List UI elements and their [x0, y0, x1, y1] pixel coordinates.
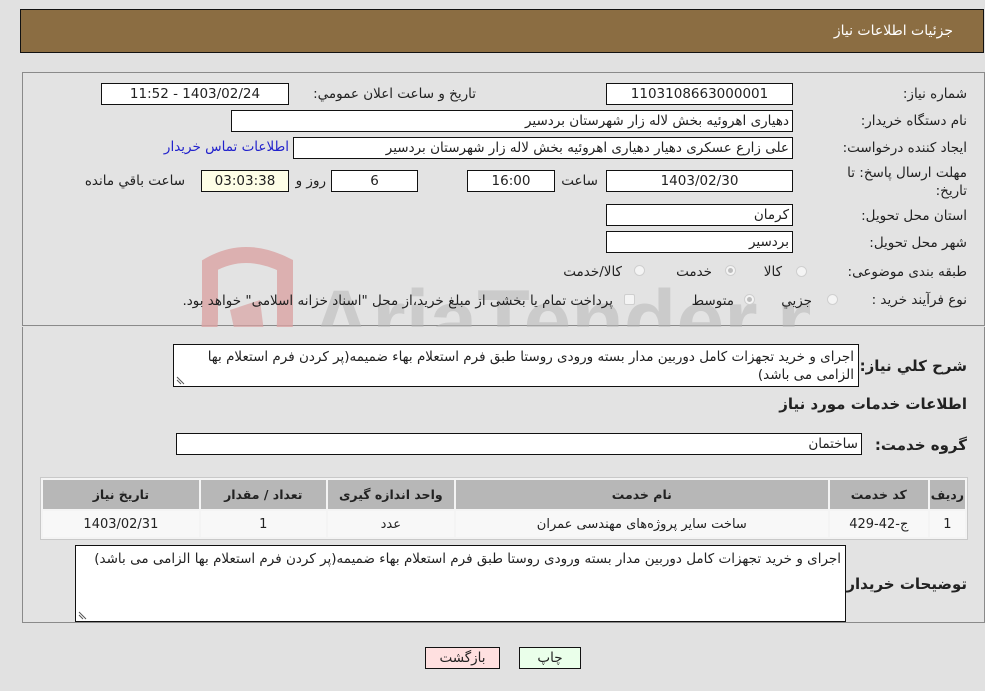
resize-grip-icon[interactable]	[78, 611, 87, 620]
cell-service-name: ساخت سایر پروژه‌های مهندسی عمران	[455, 511, 828, 537]
city-label: شهر محل تحويل:	[869, 235, 967, 251]
buyer-notes-textarea[interactable]: اجرای و خرید تجهزات کامل دوربین مدار بست…	[75, 545, 846, 622]
province-field: کرمان	[606, 204, 793, 226]
remaining-time-label: ساعت باقي مانده	[84, 173, 185, 189]
column-header-unit: واحد اندازه گيری	[327, 480, 454, 509]
general-description-textarea[interactable]: اجرای و خرید تجهزات کامل دوربین مدار بست…	[173, 344, 859, 387]
service-group-field: ساختمان	[176, 433, 862, 455]
category-radio-goods-service[interactable]	[634, 265, 645, 276]
column-header-need-date: تاريخ نياز	[43, 480, 199, 509]
category-option-goods-service: کالا/خدمت	[563, 264, 622, 280]
table-row: 1 ج-42-429 ساخت سایر پروژه‌های مهندسی عم…	[43, 511, 965, 537]
deadline-time-label: ساعت	[561, 173, 598, 189]
category-label: طبقه بندی موضوعی:	[847, 264, 967, 280]
cell-row-number: 1	[929, 511, 965, 537]
cell-quantity: 1	[200, 511, 326, 537]
column-header-row-number: رديف	[929, 480, 965, 509]
column-header-service-name: نام خدمت	[455, 480, 828, 509]
announce-datetime-field: 1403/02/24 - 11:52	[101, 83, 289, 105]
treasury-note: پرداخت تمام يا بخشی از مبلغ خرید،از محل …	[182, 293, 613, 309]
need-number-label: شماره نیاز:	[902, 86, 967, 102]
page-title: جزئیات اطلاعات نیاز	[833, 23, 953, 39]
category-option-service: خدمت	[676, 264, 712, 280]
requester-label: ايجاد كننده درخواست:	[842, 140, 967, 156]
category-option-goods: کالا	[763, 264, 782, 280]
remaining-days-field: 6	[331, 170, 418, 192]
announce-datetime-label: تاریخ و ساعت اعلان عمومي:	[313, 86, 476, 102]
need-number-field: 1103108663000001	[606, 83, 793, 105]
services-table: رديف كد خدمت نام خدمت واحد اندازه گيری ت…	[40, 477, 968, 540]
purchase-type-radio-medium[interactable]	[744, 294, 755, 305]
column-header-service-code: كد خدمت	[829, 480, 928, 509]
buyer-org-field: دهیاری اهروئیه بخش لاله زار شهرستان بردس…	[231, 110, 793, 132]
general-description-text: اجرای و خرید تجهزات کامل دوربین مدار بست…	[207, 349, 854, 383]
purchase-type-radio-minor[interactable]	[827, 294, 838, 305]
service-group-label: گروه خدمت:	[874, 436, 967, 454]
days-label: روز و	[295, 173, 326, 189]
requester-field: علی زارع عسکری دهیار دهیاری اهروئیه بخش …	[293, 137, 793, 159]
purchase-type-option-minor: جزيي	[781, 293, 812, 309]
remaining-time-field: 03:03:38	[201, 170, 289, 192]
services-section-title: اطلاعات خدمات مورد نياز	[779, 395, 967, 413]
purchase-type-option-medium: متوسط	[691, 293, 734, 309]
city-field: بردسیر	[606, 231, 793, 253]
purchase-type-label: نوع فرآيند خريد :	[871, 292, 967, 308]
deadline-time-field: 16:00	[467, 170, 555, 192]
print-button[interactable]: چاپ	[519, 647, 581, 669]
category-radio-service[interactable]	[725, 265, 736, 276]
cell-need-date: 1403/02/31	[43, 511, 199, 537]
buyer-contact-link[interactable]: اطلاعات تماس خریدار	[164, 139, 289, 155]
general-description-label: شرح كلي نياز:	[859, 357, 967, 375]
deadline-label: مهلت ارسال پاسخ: تا تاريخ:	[847, 165, 967, 199]
page-header: جزئیات اطلاعات نیاز	[20, 9, 984, 53]
resize-grip-icon[interactable]	[176, 376, 185, 385]
buyer-notes-text: اجرای و خرید تجهزات کامل دوربین مدار بست…	[94, 551, 841, 567]
buyer-org-label: نام دستگاه خريدار:	[860, 113, 967, 129]
services-table-header: رديف كد خدمت نام خدمت واحد اندازه گيری ت…	[43, 480, 965, 509]
cell-service-code: ج-42-429	[829, 511, 928, 537]
back-button[interactable]: بازگشت	[425, 647, 500, 669]
deadline-date-field: 1403/02/30	[606, 170, 793, 192]
category-radio-goods[interactable]	[796, 266, 807, 277]
treasury-checkbox[interactable]	[624, 294, 635, 305]
province-label: استان محل تحويل:	[861, 208, 967, 224]
column-header-quantity: تعداد / مقدار	[200, 480, 326, 509]
buyer-notes-label: توضيحات خريدار:	[840, 575, 967, 593]
cell-unit: عدد	[327, 511, 454, 537]
